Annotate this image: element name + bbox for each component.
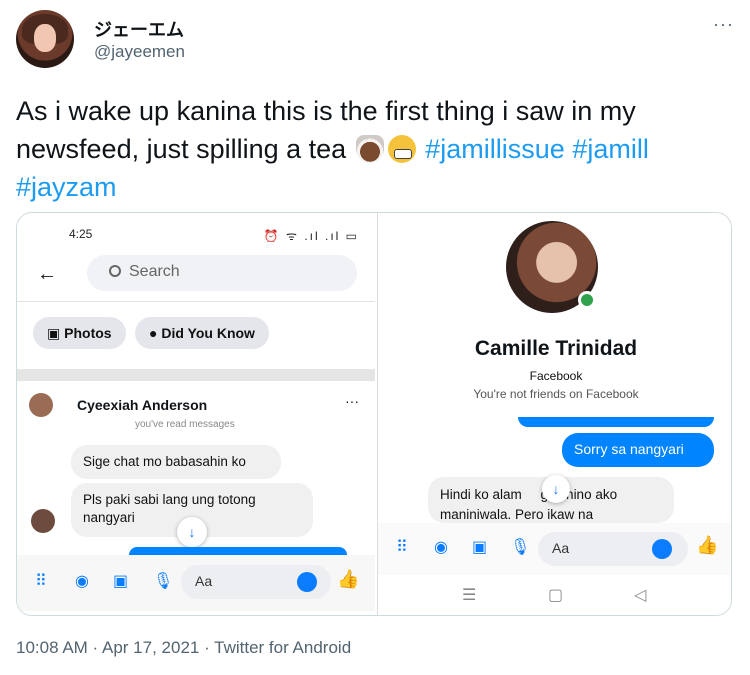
camera-icon: ◉	[434, 539, 448, 556]
status-time: 4:25	[69, 227, 93, 241]
section-separator	[17, 369, 375, 381]
message-composer: ⠿ ◉ ▣ 🎙 Aa 👍	[378, 523, 731, 575]
chip-label: Did You Know	[161, 325, 255, 341]
handle[interactable]: @jayeemen	[94, 42, 185, 62]
speech-bubble-icon: ●	[149, 325, 162, 341]
sender-avatar	[31, 509, 55, 533]
friend-status: You're not friends on Facebook	[473, 387, 639, 401]
emoji-icon	[652, 539, 672, 559]
profile-platform: Facebook	[529, 369, 583, 383]
recents-icon: ☰	[462, 587, 477, 604]
thumbs-up-icon: 👍	[337, 569, 360, 589]
tweet-header: ジェーエム @jayeemen ···	[16, 8, 734, 72]
search-icon	[109, 265, 121, 277]
read-receipt-note: you've read messages	[135, 419, 235, 430]
tweet-media[interactable]: 4:25 ⏰ ᯤ .ıl .ıl ▭ ← Search ▣ Photos ● D…	[16, 212, 732, 616]
avatar[interactable]	[16, 10, 74, 68]
camera-icon: ◉	[75, 573, 89, 590]
online-status-dot	[578, 291, 596, 309]
tweet-text: As i wake up kanina this is the first th…	[16, 92, 734, 206]
search-input: Search	[87, 255, 357, 291]
display-name[interactable]: ジェーエム	[94, 16, 184, 42]
profile-name: Camille Trinidad	[474, 337, 638, 360]
home-icon: ▢	[548, 587, 564, 604]
avatar-face	[34, 24, 56, 52]
contact-name: Cyeexiah Anderson	[77, 397, 208, 413]
phone-status-bar: 4:25 ⏰ ᯤ .ıl .ıl ▭	[69, 227, 359, 243]
microphone-icon: 🎙	[510, 539, 531, 556]
hashtag-link[interactable]: #jayzam	[16, 172, 117, 202]
android-nav-bar: ☰ ▢ ◁	[378, 577, 731, 615]
divider	[17, 301, 375, 302]
microphone-icon: 🎙	[153, 573, 174, 590]
contact-avatar	[29, 393, 53, 417]
hot-beverage-icon	[355, 135, 384, 163]
contact-more-icon: ···	[345, 393, 359, 409]
message-bubble: Sige chat mo babasahin ko	[71, 445, 281, 479]
sent-message-edge	[518, 417, 714, 427]
emoji-icon	[297, 572, 317, 592]
photos-icon: ▣	[47, 325, 65, 341]
grid-menu-icon: ⠿	[396, 539, 408, 556]
tweet-timestamp[interactable]: 10:08 AM · Apr 17, 2021 · Twitter for An…	[16, 638, 351, 658]
status-icons: ⏰ ᯤ .ıl .ıl ▭	[263, 229, 359, 243]
more-options-icon[interactable]: ···	[713, 14, 734, 35]
search-placeholder: Search	[129, 263, 180, 280]
chip-label: Photos	[64, 325, 112, 341]
scroll-down-icon: ↓	[177, 517, 207, 547]
sent-message-bubble: Sorry sa nangyari	[562, 433, 714, 467]
hashtag-link[interactable]: #jamillissue	[425, 134, 565, 164]
thumbs-up-icon: 👍	[696, 535, 719, 555]
grid-menu-icon: ⠿	[35, 573, 47, 590]
back-icon: ◁	[634, 587, 647, 604]
gallery-icon: ▣	[472, 539, 488, 556]
message-composer: ⠿ ◉ ▣ 🎙 Aa 👍	[17, 555, 375, 611]
contact-row: Cyeexiah Anderson ···	[29, 393, 359, 417]
chip-did-you-know: ● Did You Know	[135, 317, 269, 349]
hashtag-link[interactable]: #jamill	[572, 134, 649, 164]
chip-photos: ▣ Photos	[33, 317, 126, 349]
back-arrow-icon: ←	[37, 263, 57, 285]
grimacing-face-icon	[387, 135, 416, 163]
messenger-screenshot-right: Camille Trinidad Facebook You're not fri…	[377, 213, 731, 615]
messenger-screenshot-left: 4:25 ⏰ ᯤ .ıl .ıl ▭ ← Search ▣ Photos ● D…	[17, 213, 375, 615]
scroll-down-icon: ↓	[542, 475, 570, 503]
gallery-icon: ▣	[113, 573, 129, 590]
sent-message-edge	[129, 547, 347, 555]
